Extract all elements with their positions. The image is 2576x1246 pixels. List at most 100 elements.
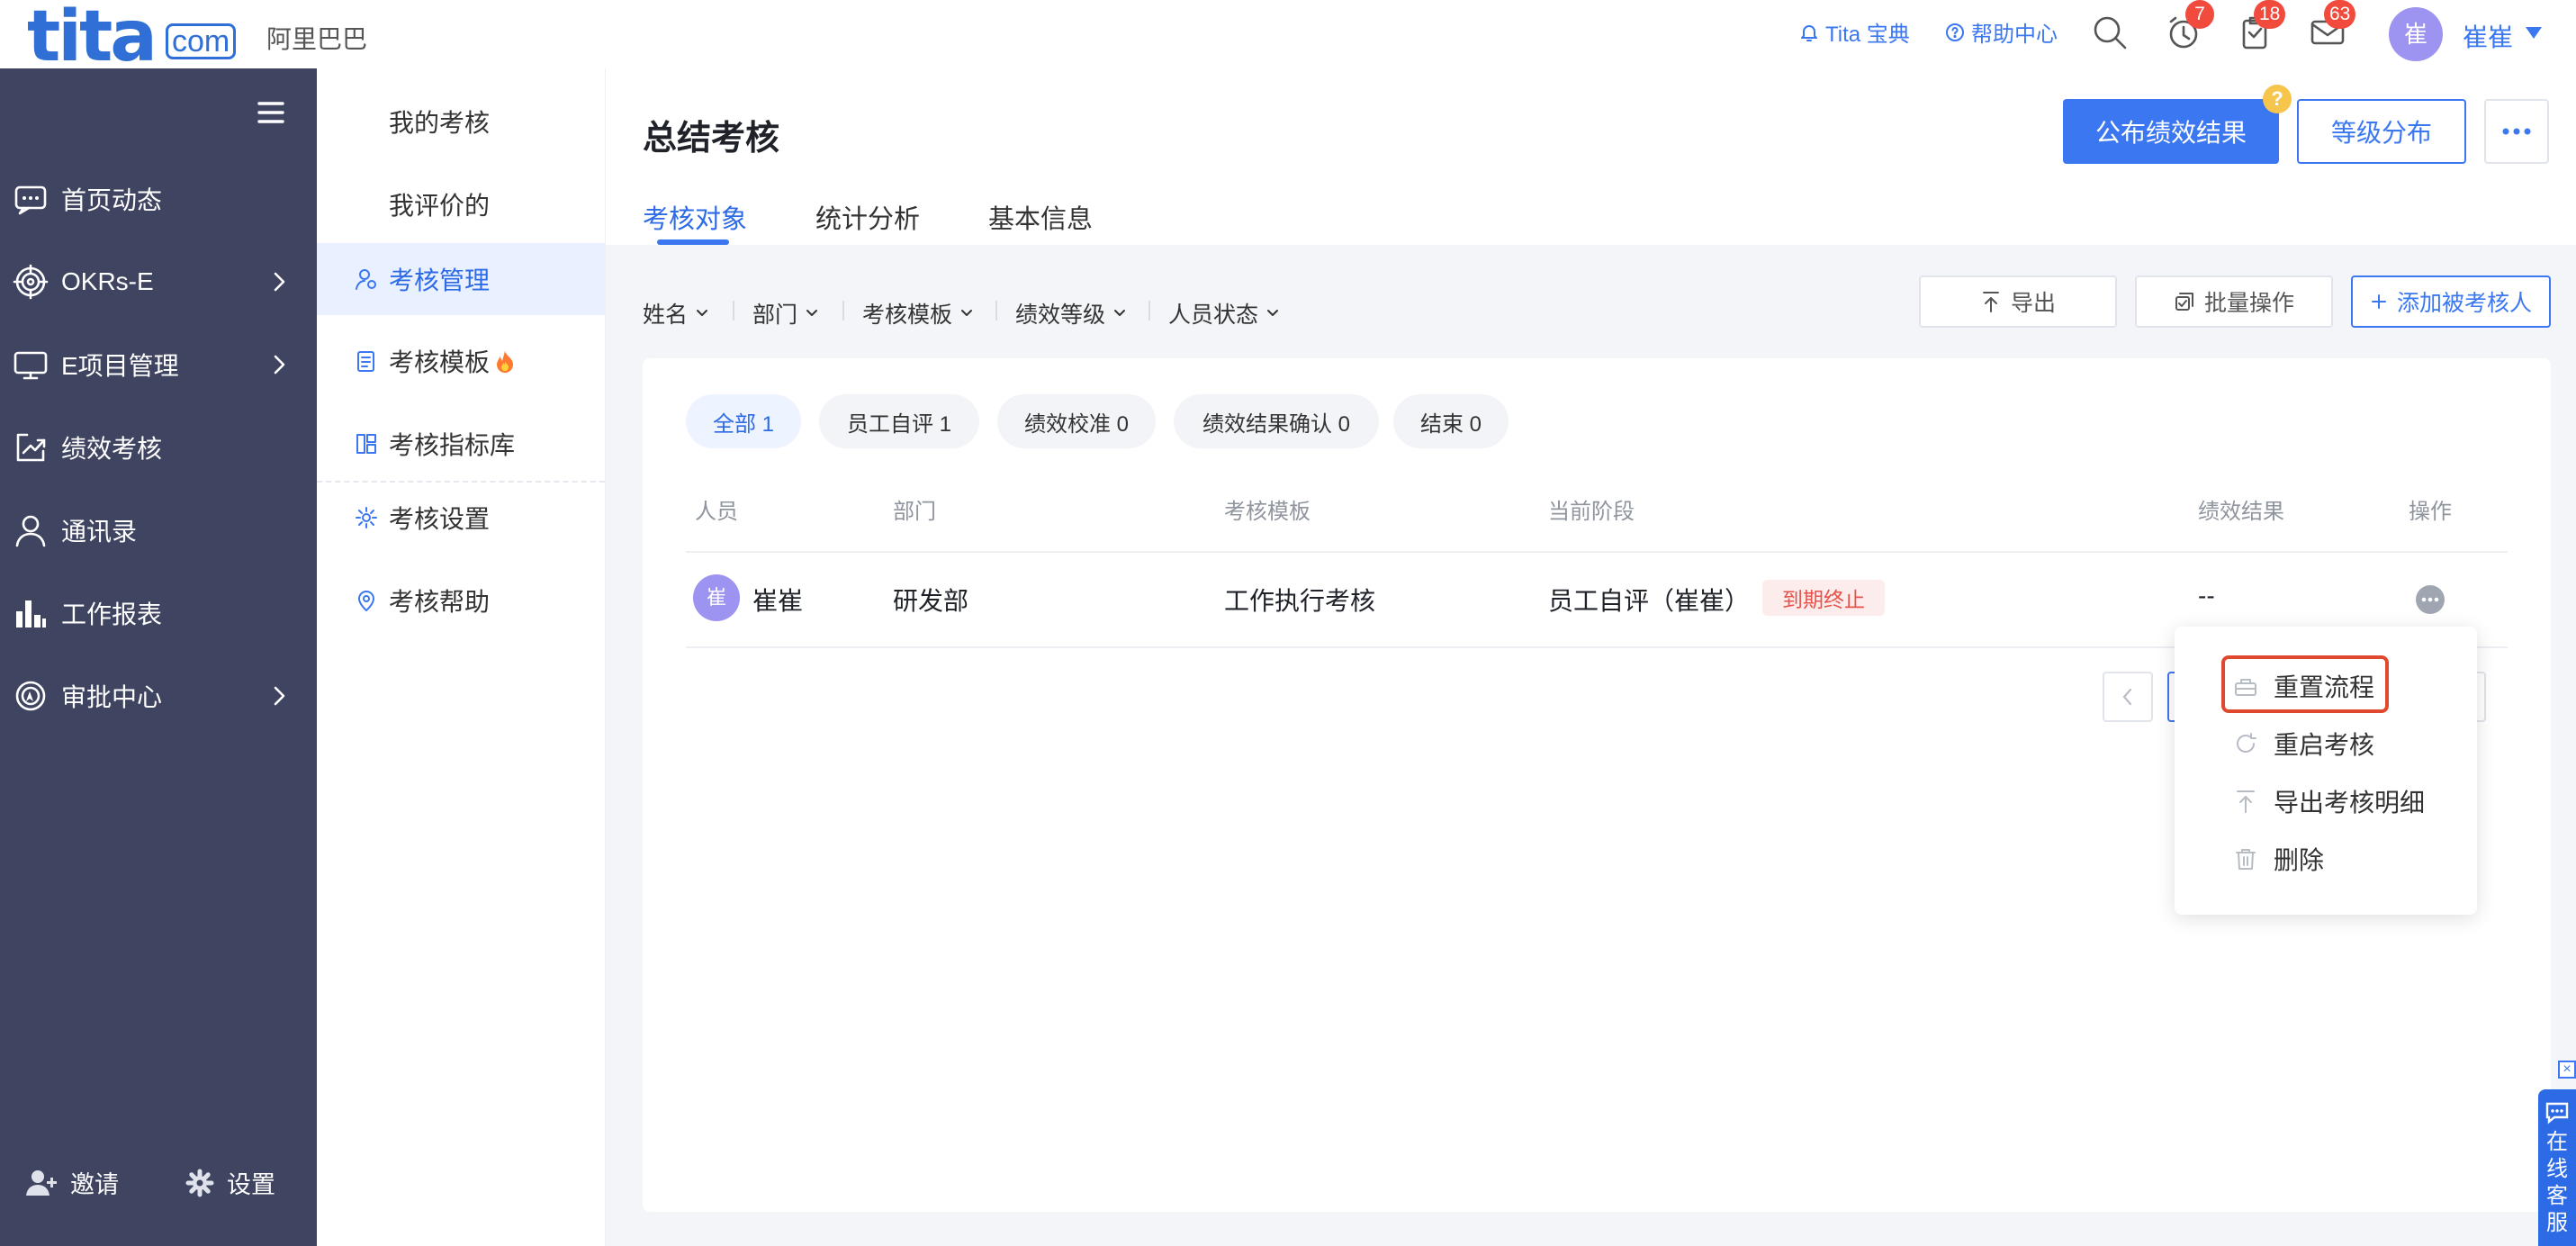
filter-grade[interactable]: 绩效等级	[1015, 297, 1127, 330]
location-pin-icon	[358, 591, 374, 611]
nav-label: 绩效考核	[61, 435, 163, 463]
status-pill-calibration[interactable]: 绩效校准 0	[997, 394, 1156, 448]
nav-label: 审批中心	[61, 683, 163, 711]
menu-item-delete[interactable]: 删除	[2232, 841, 2324, 877]
reminder-badge: 7	[2185, 0, 2214, 29]
export-arrow-icon	[1982, 292, 1999, 312]
user-manage-icon	[356, 269, 376, 290]
help-center-link[interactable]: 帮助中心	[1944, 16, 2058, 48]
filter-template[interactable]: 考核模板	[862, 297, 974, 330]
subnav-label: 我评价的	[389, 192, 491, 220]
tita-guide-label: Tita 宝典	[1825, 23, 1910, 47]
nav-item-okrs[interactable]: OKRs-E	[0, 250, 317, 313]
invite-user-icon	[26, 1169, 57, 1196]
nav-label: 通讯录	[61, 518, 138, 546]
filter-department[interactable]: 部门	[752, 297, 819, 330]
filter-separator	[995, 301, 997, 321]
nav-item-performance[interactable]: 绩效考核	[0, 416, 317, 479]
nav-label: E项目管理	[61, 352, 179, 380]
chevron-right-icon	[274, 686, 285, 706]
chevron-down-icon	[1267, 310, 1279, 316]
batch-operation-button[interactable]: 批量操作	[2135, 275, 2333, 328]
chat-close-button[interactable]: ×	[2558, 1061, 2576, 1079]
row-more-icon[interactable]	[2416, 585, 2445, 614]
publish-hint-icon[interactable]: ?	[2263, 85, 2292, 113]
page-title: 总结考核	[643, 120, 780, 158]
nav-label: 首页动态	[61, 186, 163, 214]
left-sidebar	[0, 68, 317, 1246]
settings-button[interactable]: 设置	[185, 1165, 275, 1200]
row-person-name[interactable]: 崔崔	[752, 582, 803, 618]
user-name[interactable]: 崔崔	[2463, 18, 2513, 54]
menu-item-export-details[interactable]: 导出考核明细	[2232, 783, 2425, 819]
column-header-person: 人员	[695, 500, 738, 524]
nav-item-home-feed[interactable]: 首页动态	[0, 167, 317, 230]
tita-logo[interactable]: tita	[27, 0, 158, 77]
target-icon	[13, 264, 49, 300]
nav-item-projects[interactable]: E项目管理	[0, 333, 317, 396]
menu-label: 重置流程	[2274, 673, 2375, 701]
user-menu-caret-icon[interactable]	[2526, 27, 2542, 39]
export-button[interactable]: 导出	[1919, 275, 2117, 328]
chevron-down-icon	[806, 310, 818, 316]
org-name[interactable]: 阿里巴巴	[266, 20, 367, 56]
nav-item-reports[interactable]: 工作报表	[0, 582, 317, 645]
chevron-down-icon	[1114, 310, 1126, 316]
subnav-review-management[interactable]: 考核管理	[317, 243, 605, 315]
filter-name[interactable]: 姓名	[643, 297, 709, 330]
status-pill-finished[interactable]: 结束 0	[1393, 394, 1509, 448]
status-pill-self-review[interactable]: 员工自评 1	[819, 394, 979, 448]
user-avatar[interactable]: 崔	[2389, 7, 2443, 61]
gear-icon	[356, 507, 377, 528]
status-pill-all[interactable]: 全部 1	[686, 394, 801, 448]
menu-hamburger-icon[interactable]	[256, 99, 286, 126]
invite-button[interactable]: 邀请	[25, 1165, 119, 1200]
tab-statistics[interactable]: 统计分析	[815, 198, 920, 236]
bar-chart-icon	[16, 600, 46, 628]
online-support-widget[interactable]: 在线客服	[2538, 1089, 2576, 1246]
trash-icon	[2236, 849, 2256, 870]
batch-icon	[2175, 293, 2193, 311]
menu-label: 删除	[2274, 846, 2325, 874]
pagination-prev-button[interactable]	[2103, 672, 2153, 722]
nav-item-contacts[interactable]: 通讯录	[0, 499, 317, 562]
chevron-down-icon	[961, 310, 973, 316]
tab-review-targets[interactable]: 考核对象	[643, 198, 747, 236]
settings-label: 设置	[227, 1171, 275, 1198]
subnav-label: 考核指标库	[389, 431, 516, 459]
row-result: --	[2198, 582, 2215, 609]
reset-flow-icon	[2235, 679, 2256, 696]
bell-icon	[1801, 24, 1817, 41]
tab-basic-info[interactable]: 基本信息	[988, 198, 1093, 236]
column-header-stage: 当前阶段	[1548, 500, 1635, 524]
grade-distribution-button[interactable]: 等级分布	[2297, 99, 2466, 164]
tita-logo-suffix: com	[166, 23, 237, 59]
publish-results-button[interactable]: 公布绩效结果	[2063, 99, 2279, 164]
active-tab-indicator	[657, 239, 729, 245]
filter-separator	[1148, 301, 1150, 321]
more-dots-icon	[2502, 128, 2531, 135]
subnav-indicator-library[interactable]: 考核指标库	[317, 409, 605, 479]
grid-library-icon	[356, 434, 376, 454]
subnav-label: 我的考核	[389, 109, 491, 137]
status-pill-result-confirm[interactable]: 绩效结果确认 0	[1174, 394, 1379, 448]
filter-label: 考核模板	[862, 302, 953, 328]
add-reviewee-button[interactable]: 添加被考核人	[2351, 275, 2551, 328]
status-badge-expired: 到期终止	[1762, 580, 1885, 616]
subnav-review-help[interactable]: 考核帮助	[317, 565, 605, 636]
search-icon[interactable]	[2090, 13, 2130, 52]
subnav-my-reviews[interactable]: 我的考核	[317, 86, 605, 157]
more-options-button[interactable]	[2484, 99, 2549, 164]
filter-status[interactable]: 人员状态	[1168, 297, 1280, 330]
menu-item-reset-flow[interactable]: 重置流程	[2232, 668, 2374, 704]
batch-label: 批量操作	[2203, 291, 2294, 316]
invite-label: 邀请	[70, 1171, 119, 1198]
nav-item-approval[interactable]: 审批中心	[0, 664, 317, 727]
row-template: 工作执行考核	[1224, 587, 1376, 615]
subnav-my-evaluations[interactable]: 我评价的	[317, 169, 605, 239]
tita-guide-link[interactable]: Tita 宝典	[1798, 16, 1910, 48]
subnav-review-settings[interactable]: 考核设置	[317, 483, 605, 553]
filter-separator	[733, 301, 734, 321]
menu-item-restart-review[interactable]: 重启考核	[2232, 726, 2374, 762]
subnav-review-templates[interactable]: 考核模板	[317, 326, 605, 396]
